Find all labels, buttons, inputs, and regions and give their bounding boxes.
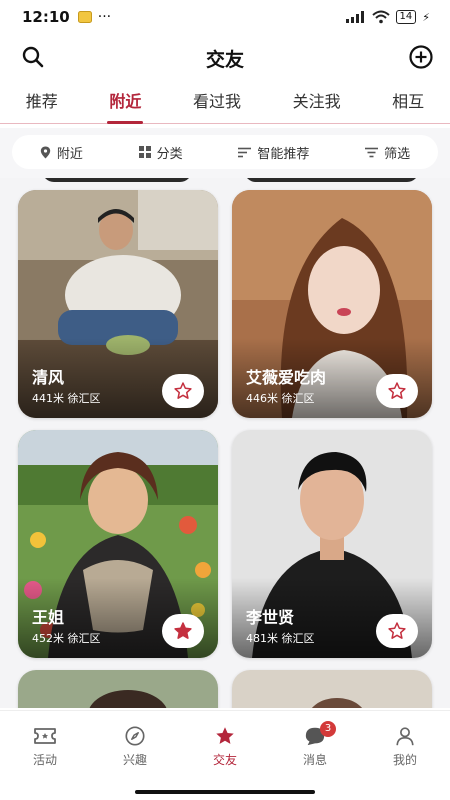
- nav-profile[interactable]: 我的: [370, 711, 440, 784]
- bottom-nav: 活动 兴趣 交友 3 消息 我的: [0, 710, 450, 784]
- app-header: 交友: [0, 38, 450, 78]
- tab-bar: 推荐 附近 看过我 关注我 相互: [0, 86, 450, 124]
- location-pin-icon: [40, 146, 51, 158]
- star-icon: [216, 727, 234, 744]
- profile-distance-location: 446米 徐汇区: [246, 392, 315, 405]
- filter-bar: 附近 分类 智能推荐 筛选: [12, 135, 438, 169]
- page-title: 交友: [205, 48, 244, 71]
- tab-mutual[interactable]: 相互: [386, 86, 430, 124]
- nav-messages[interactable]: 3 消息: [280, 711, 350, 784]
- profile-card[interactable]: 李世贤 481米 徐汇区: [232, 430, 432, 658]
- status-bar: 12:10 ··· 14 ⚡: [0, 0, 450, 34]
- profile-photo: [18, 670, 218, 708]
- signal-icon: [345, 11, 364, 23]
- filter-sort[interactable]: 智能推荐: [238, 143, 309, 162]
- filter-category[interactable]: 分类: [138, 143, 183, 162]
- status-time: 12:10: [22, 8, 70, 26]
- profile-grid: 清风 441米 徐汇区 艾薇爱吃肉 446米 徐汇区 王姐 452米 徐汇区 李…: [0, 178, 450, 708]
- favorite-button[interactable]: [162, 374, 204, 408]
- star-outline-icon: [174, 382, 192, 399]
- profile-photo: [232, 670, 432, 708]
- filter-bar-area: 附近 分类 智能推荐 筛选: [0, 128, 450, 178]
- favorite-button[interactable]: [376, 614, 418, 648]
- filter-sort-label: 智能推荐: [257, 146, 310, 162]
- nav-friends-label: 交友: [212, 753, 237, 767]
- grid-icon: [138, 146, 151, 158]
- home-indicator[interactable]: [135, 790, 315, 794]
- unread-badge: 3: [320, 721, 336, 737]
- previous-card-edge: [244, 178, 419, 182]
- filter-screen[interactable]: 筛选: [365, 143, 410, 162]
- tab-followers[interactable]: 关注我: [287, 86, 347, 124]
- ticket-icon: [34, 728, 56, 744]
- profile-name: 清风: [32, 368, 65, 387]
- filter-nearby[interactable]: 附近: [40, 143, 83, 162]
- star-outline-icon: [388, 622, 406, 639]
- nav-interests-label: 兴趣: [122, 753, 147, 767]
- more-notifications-icon: ···: [97, 9, 112, 25]
- compass-icon: [125, 726, 145, 746]
- profile-card-partial[interactable]: [232, 670, 432, 708]
- battery-icon: 14: [395, 10, 417, 24]
- image-notification-icon: [77, 11, 92, 23]
- profile-name: 王姐: [32, 608, 65, 627]
- profile-card[interactable]: 王姐 452米 徐汇区: [18, 430, 218, 658]
- filter-category-label: 分类: [156, 146, 183, 162]
- star-filled-icon: [174, 622, 192, 639]
- nav-messages-label: 消息: [302, 753, 327, 767]
- search-icon[interactable]: [20, 44, 46, 70]
- add-icon[interactable]: [408, 44, 434, 70]
- star-outline-icon: [388, 382, 406, 399]
- tab-recommend[interactable]: 推荐: [20, 86, 64, 124]
- favorite-button[interactable]: [162, 614, 204, 648]
- filter-screen-label: 筛选: [384, 146, 411, 162]
- nav-friends[interactable]: 交友: [190, 711, 260, 784]
- profile-distance-location: 452米 徐汇区: [32, 632, 101, 645]
- charging-icon: ⚡: [422, 10, 430, 24]
- nav-profile-label: 我的: [392, 753, 417, 767]
- filter-nearby-label: 附近: [56, 146, 83, 162]
- profile-distance-location: 441米 徐汇区: [32, 392, 101, 405]
- wifi-icon: [371, 10, 390, 24]
- profile-card[interactable]: 清风 441米 徐汇区: [18, 190, 218, 418]
- sort-lines-icon: [238, 147, 252, 157]
- tab-viewed-me[interactable]: 看过我: [187, 86, 247, 124]
- nav-interests[interactable]: 兴趣: [100, 711, 170, 784]
- favorite-button[interactable]: [376, 374, 418, 408]
- profile-name: 艾薇爱吃肉: [246, 368, 327, 387]
- profile-distance-location: 481米 徐汇区: [246, 632, 315, 645]
- previous-card-edge: [42, 178, 192, 182]
- person-icon: [396, 727, 414, 746]
- profile-card-partial[interactable]: [18, 670, 218, 708]
- profile-card[interactable]: 艾薇爱吃肉 446米 徐汇区: [232, 190, 432, 418]
- profile-name: 李世贤: [246, 608, 295, 627]
- tab-nearby[interactable]: 附近: [103, 86, 147, 124]
- nav-activities[interactable]: 活动: [10, 711, 80, 784]
- filter-funnel-icon: [365, 147, 379, 157]
- nav-activities-label: 活动: [32, 753, 57, 767]
